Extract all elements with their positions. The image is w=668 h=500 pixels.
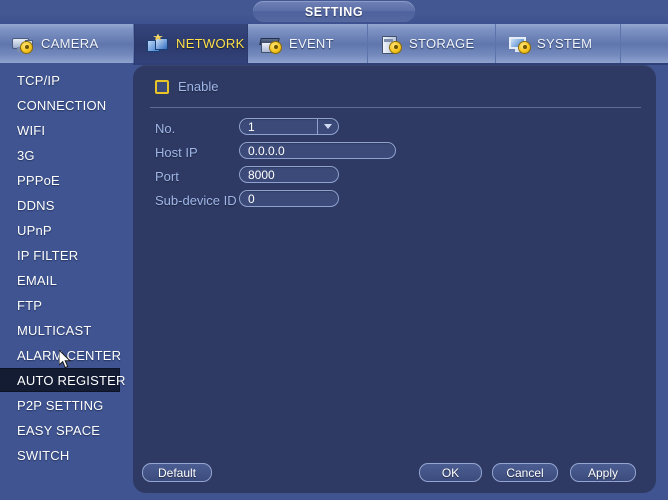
sidebar-item-easy-space[interactable]: EASY SPACE: [0, 419, 119, 441]
sub-device-id-input[interactable]: 0: [239, 190, 339, 207]
no-value: 1: [248, 119, 255, 134]
sidebar-item-connection[interactable]: CONNECTION: [0, 94, 119, 116]
sub-device-id-label: Sub-device ID: [155, 193, 237, 208]
tab-event[interactable]: EVENT: [248, 24, 368, 63]
sidebar-item-wifi[interactable]: WIFI: [0, 119, 119, 141]
port-input[interactable]: 8000: [239, 166, 339, 183]
sidebar-item-ddns[interactable]: DDNS: [0, 194, 119, 216]
tab-event-label: EVENT: [289, 36, 334, 51]
host-ip-label: Host IP: [155, 145, 198, 160]
sidebar-item-ftp[interactable]: FTP: [0, 294, 119, 316]
enable-label: Enable: [178, 79, 219, 94]
port-label: Port: [155, 169, 179, 184]
cancel-button[interactable]: Cancel: [492, 463, 558, 482]
sidebar: TCP/IP CONNECTION WIFI 3G PPPoE DDNS UPn…: [0, 63, 133, 500]
sidebar-item-3g[interactable]: 3G: [0, 144, 119, 166]
event-icon: [259, 34, 282, 54]
host-ip-input[interactable]: 0.0.0.0: [239, 142, 396, 159]
sidebar-item-upnp[interactable]: UPnP: [0, 219, 119, 241]
sidebar-item-pppoe[interactable]: PPPoE: [0, 169, 119, 191]
sidebar-item-ip-filter[interactable]: IP FILTER: [0, 244, 119, 266]
sidebar-item-auto-register[interactable]: AUTO REGISTER: [0, 369, 125, 391]
section-divider: [150, 107, 641, 108]
settings-panel: Enable No. 1 Host IP 0.0.0.0 Port 8000 S…: [133, 65, 656, 493]
apply-button[interactable]: Apply: [570, 463, 636, 482]
sidebar-item-alarm-center[interactable]: ALARM CENTER: [0, 344, 121, 366]
ok-button[interactable]: OK: [419, 463, 482, 482]
sidebar-item-multicast[interactable]: MULTICAST: [0, 319, 119, 341]
tab-camera[interactable]: CAMERA: [0, 24, 134, 63]
window-title-pill: SETTING: [253, 1, 415, 22]
sidebar-item-tcp-ip[interactable]: TCP/IP: [0, 69, 119, 91]
tab-storage-label: STORAGE: [409, 36, 475, 51]
tab-bar: CAMERA NETWORK EVENT STORAGE SYSTEM: [0, 24, 668, 65]
tab-network-label: NETWORK: [176, 36, 245, 51]
tab-camera-label: CAMERA: [41, 36, 99, 51]
page-title: SETTING: [304, 4, 364, 19]
port-value: 8000: [248, 167, 275, 182]
sidebar-item-switch[interactable]: SWITCH: [0, 444, 119, 466]
tab-storage[interactable]: STORAGE: [368, 24, 496, 63]
no-select[interactable]: 1: [239, 118, 339, 135]
setting-window: SETTING CAMERA NETWORK EVENT STORAGE SYS…: [0, 0, 668, 500]
host-ip-value: 0.0.0.0: [248, 143, 285, 158]
enable-row[interactable]: Enable: [155, 79, 218, 94]
no-label: No.: [155, 121, 176, 136]
tab-network[interactable]: NETWORK: [134, 24, 248, 63]
tab-system[interactable]: SYSTEM: [496, 24, 621, 63]
system-icon: [508, 34, 530, 54]
network-icon: [147, 33, 169, 54]
camera-icon: [12, 34, 34, 54]
chevron-down-icon[interactable]: [317, 119, 338, 134]
enable-checkbox[interactable]: [155, 79, 169, 94]
tab-system-label: SYSTEM: [537, 36, 593, 51]
storage-icon: [380, 34, 402, 54]
sidebar-item-p2p-setting[interactable]: P2P SETTING: [0, 394, 119, 416]
default-button[interactable]: Default: [142, 463, 212, 482]
sidebar-item-email[interactable]: EMAIL: [0, 269, 119, 291]
title-bar: SETTING: [0, 0, 668, 24]
sub-device-id-value: 0: [248, 191, 255, 206]
